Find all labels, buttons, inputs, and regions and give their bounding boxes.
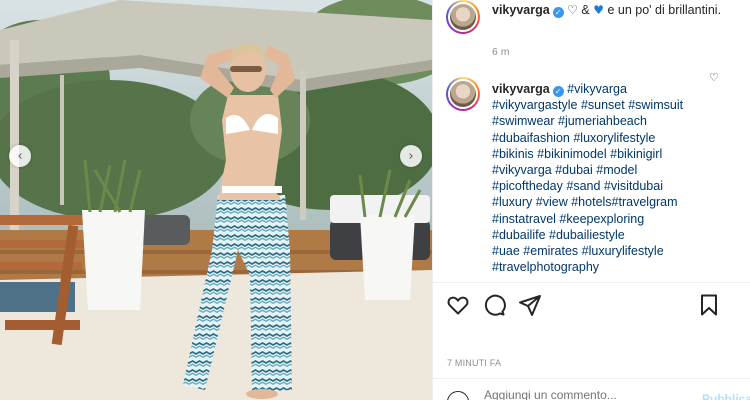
hashtag[interactable]: #swimsuit [628, 98, 683, 112]
hashtag[interactable]: #sunset [581, 98, 625, 112]
hashtag[interactable]: #bikinigirl [610, 147, 662, 161]
hashtag[interactable]: #picoftheday [492, 179, 563, 193]
hashtag[interactable]: #visitdubai [604, 179, 663, 193]
caption-username[interactable]: vikyvarga [492, 3, 550, 17]
publish-button[interactable]: Pubblica [702, 392, 750, 400]
hashtag[interactable]: #dubai [555, 163, 593, 177]
share-icon[interactable] [518, 293, 542, 317]
hashtag[interactable]: #luxorylifestyle [573, 131, 655, 145]
post-caption: vikyvarga ✓ ♡ & ♥ e un po' di brillantini… [492, 2, 722, 18]
emoji-icon[interactable] [447, 391, 469, 400]
hashtag[interactable]: #uae [492, 244, 520, 258]
previous-photo-button[interactable]: ‹ [9, 145, 31, 167]
post-image [0, 0, 432, 400]
verified-badge-icon: ✓ [552, 7, 564, 18]
like-heart-icon[interactable] [446, 293, 470, 317]
hashtag[interactable]: #instatravel [492, 212, 556, 226]
hashtag[interactable]: #bikinis [492, 147, 534, 161]
comment-username[interactable]: vikyvarga [492, 82, 550, 96]
hashtag[interactable]: #dubailiestyle [549, 228, 625, 242]
comment-avatar[interactable] [446, 77, 480, 111]
caption-text: e un po' di brillantini. [604, 3, 722, 17]
blue-heart-emoji-icon: ♥ [593, 3, 604, 17]
next-photo-button[interactable]: › [400, 145, 422, 167]
bookmark-icon[interactable] [697, 293, 721, 317]
hashtag[interactable]: #bikinimodel [537, 147, 606, 161]
hashtag-comment: vikyvarga ✓ #vikyvarga #vikyvargastyle #s… [492, 81, 732, 275]
hashtag[interactable]: #travelgram [612, 195, 678, 209]
hashtag[interactable]: #model [596, 163, 637, 177]
hashtag[interactable]: #emirates [523, 244, 578, 258]
divider [432, 282, 750, 283]
avatar-photo [450, 4, 476, 30]
caption-time: 6 m [492, 46, 510, 58]
hashtag[interactable]: #hotels [571, 195, 611, 209]
comment-like-heart-icon[interactable]: ♡ [709, 71, 719, 84]
hashtag[interactable]: #vikyvargastyle [492, 98, 577, 112]
comment-icon[interactable] [482, 293, 506, 317]
hashtag[interactable]: #view [536, 195, 568, 209]
hashtag[interactable]: #sand [566, 179, 600, 193]
post-date[interactable]: 7 MINUTI FA [447, 358, 501, 368]
hashtag[interactable]: #luxurylifestyle [582, 244, 664, 258]
add-comment-bar: Pubblica [432, 378, 750, 400]
comment-input[interactable] [484, 388, 664, 400]
post-photo[interactable]: ‹ › [0, 0, 432, 400]
hashtag[interactable]: #dubailife [492, 228, 546, 242]
hashtag[interactable]: #dubaifashion [492, 131, 570, 145]
hashtag[interactable]: #luxury [492, 195, 532, 209]
comment-avatar-photo [450, 81, 476, 107]
hashtag[interactable]: #vikyvarga [492, 163, 552, 177]
comment-verified-badge-icon: ✓ [552, 86, 564, 97]
heart-outline-emoji-icon: ♡ [567, 3, 578, 17]
hashtag[interactable]: #vikyvarga [567, 82, 627, 96]
caption-ampersand: & [577, 3, 594, 17]
avatar[interactable] [446, 0, 480, 34]
hashtag[interactable]: #jumeriahbeach [558, 114, 647, 128]
hashtag[interactable]: #keepexploring [559, 212, 644, 226]
hashtag[interactable]: #travelphotography [492, 260, 599, 274]
hashtag[interactable]: #swimwear [492, 114, 555, 128]
